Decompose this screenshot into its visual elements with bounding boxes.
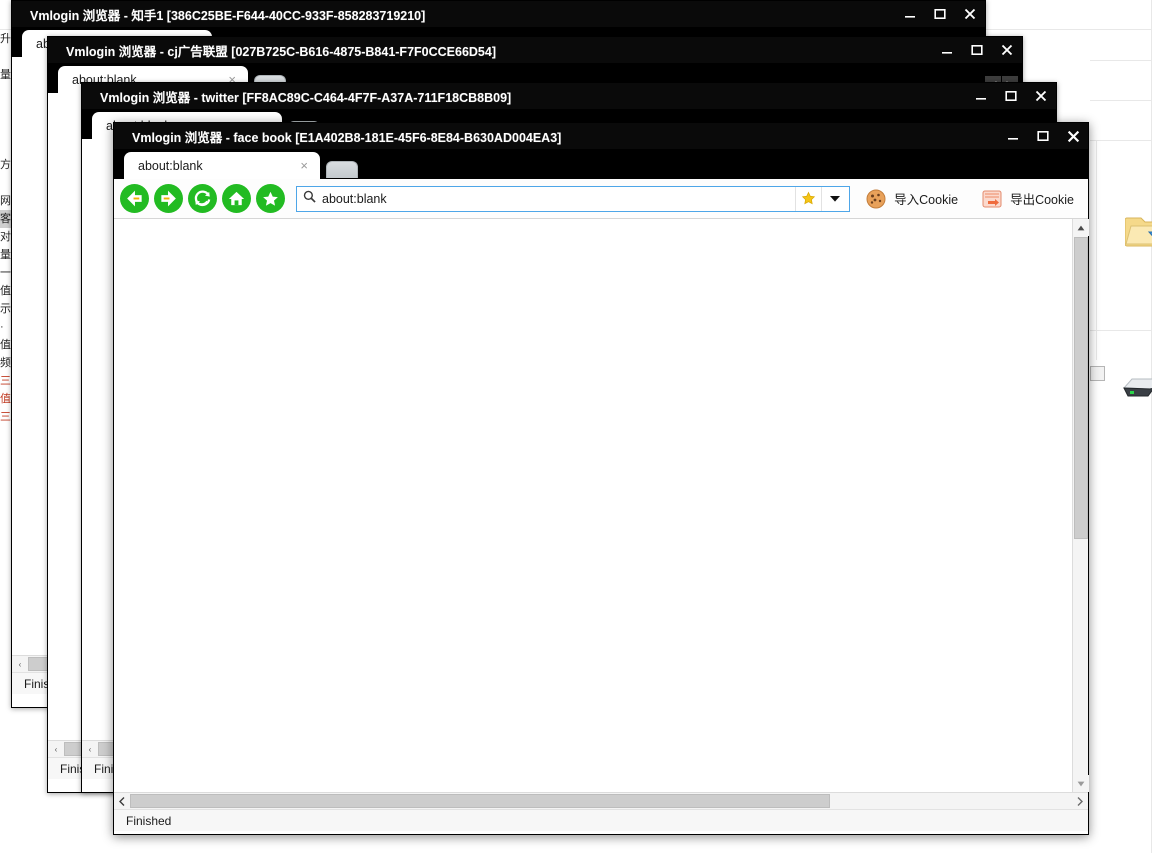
refresh-icon[interactable] bbox=[188, 184, 217, 213]
minimize-icon[interactable] bbox=[998, 123, 1028, 149]
scroll-left-arrow[interactable]: ‹ bbox=[82, 741, 98, 757]
screen: 升 量 方 网 客 对 量 一 值 示 · 值 频 三 ( 值 ( 三 ( bbox=[0, 0, 1152, 853]
browser-window-facebook-active[interactable]: Vmlogin 浏览器 - face book [E1A402B8-181E-4… bbox=[113, 122, 1089, 835]
minimize-icon[interactable] bbox=[895, 1, 925, 27]
new-tab-button[interactable] bbox=[326, 161, 358, 178]
maximize-icon[interactable] bbox=[925, 1, 955, 27]
scroll-left-arrow[interactable]: ‹ bbox=[12, 656, 28, 672]
back-arrow-icon[interactable] bbox=[120, 184, 149, 213]
vertical-scrollbar[interactable] bbox=[1072, 219, 1089, 792]
status-bar: Finished bbox=[114, 809, 1088, 831]
tab-strip[interactable]: about:blank × bbox=[114, 149, 1088, 179]
minimize-icon[interactable] bbox=[932, 37, 962, 63]
window-title: Vmlogin 浏览器 - 知手1 [386C25BE-F644-40CC-93… bbox=[30, 8, 426, 23]
window-titlebar[interactable]: Vmlogin 浏览器 - cj广告联盟 [027B725C-B616-4875… bbox=[48, 37, 1022, 63]
hscroll-thumb[interactable] bbox=[130, 794, 830, 808]
window-controls bbox=[932, 37, 1022, 63]
scroll-left-arrow[interactable]: ‹ bbox=[48, 741, 64, 757]
window-controls bbox=[895, 1, 985, 27]
hscroll-track[interactable] bbox=[130, 793, 1072, 809]
export-cookie-label: 导出Cookie bbox=[1010, 193, 1074, 207]
cookie-export-icon bbox=[981, 188, 1003, 210]
close-icon[interactable] bbox=[1058, 123, 1088, 149]
vscroll-thumb[interactable] bbox=[1074, 237, 1088, 539]
horizontal-scrollbar[interactable] bbox=[114, 792, 1088, 809]
scroll-down-arrow[interactable] bbox=[1073, 775, 1089, 792]
tab-label: about:blank bbox=[138, 158, 203, 173]
page-content-area bbox=[114, 219, 1089, 792]
address-bar[interactable]: about:blank bbox=[296, 185, 851, 212]
chevron-down-icon[interactable] bbox=[821, 186, 847, 211]
window-titlebar[interactable]: Vmlogin 浏览器 - twitter [FF8AC89C-C464-4F7… bbox=[82, 83, 1056, 109]
home-icon[interactable] bbox=[222, 184, 251, 213]
export-cookie-button[interactable]: 导出Cookie bbox=[971, 188, 1082, 210]
close-icon[interactable] bbox=[955, 1, 985, 27]
browser-toolbar: about:blank 导入Cookie 导出Cookie bbox=[114, 179, 1088, 219]
disk-drive-icon bbox=[1120, 372, 1152, 398]
minimize-icon[interactable] bbox=[966, 83, 996, 109]
favorites-star-icon[interactable] bbox=[256, 184, 285, 213]
window-titlebar[interactable]: Vmlogin 浏览器 - 知手1 [386C25BE-F644-40CC-93… bbox=[12, 1, 985, 27]
close-icon[interactable] bbox=[992, 37, 1022, 63]
scroll-up-arrow[interactable] bbox=[1073, 219, 1089, 236]
import-cookie-label: 导入Cookie bbox=[894, 193, 959, 207]
page-viewport[interactable] bbox=[114, 219, 1072, 792]
background-checkbox[interactable] bbox=[1090, 366, 1105, 381]
scroll-right-arrow[interactable] bbox=[1072, 793, 1088, 809]
maximize-icon[interactable] bbox=[996, 83, 1026, 109]
import-cookie-button[interactable]: 导入Cookie bbox=[855, 188, 966, 210]
window-controls bbox=[998, 123, 1088, 149]
scroll-left-arrow[interactable] bbox=[114, 793, 130, 809]
maximize-icon[interactable] bbox=[962, 37, 992, 63]
address-bar-value[interactable]: about:blank bbox=[322, 192, 795, 206]
close-icon[interactable] bbox=[1026, 83, 1056, 109]
folder-download-icon bbox=[1124, 212, 1152, 248]
tab-close-icon[interactable]: × bbox=[296, 158, 312, 173]
forward-arrow-icon[interactable] bbox=[154, 184, 183, 213]
browser-tab-about-blank[interactable]: about:blank × bbox=[124, 152, 320, 179]
window-titlebar[interactable]: Vmlogin 浏览器 - face book [E1A402B8-181E-4… bbox=[114, 123, 1088, 149]
status-text: Finished bbox=[126, 813, 172, 828]
window-title: Vmlogin 浏览器 - cj广告联盟 [027B725C-B616-4875… bbox=[66, 44, 496, 59]
search-icon bbox=[303, 190, 316, 208]
cookie-icon bbox=[865, 188, 887, 210]
window-controls bbox=[966, 83, 1056, 109]
window-title: Vmlogin 浏览器 - twitter [FF8AC89C-C464-4F7… bbox=[100, 90, 512, 105]
maximize-icon[interactable] bbox=[1028, 123, 1058, 149]
window-title: Vmlogin 浏览器 - face book [E1A402B8-181E-4… bbox=[132, 130, 562, 145]
bookmark-star-icon[interactable] bbox=[795, 186, 821, 211]
